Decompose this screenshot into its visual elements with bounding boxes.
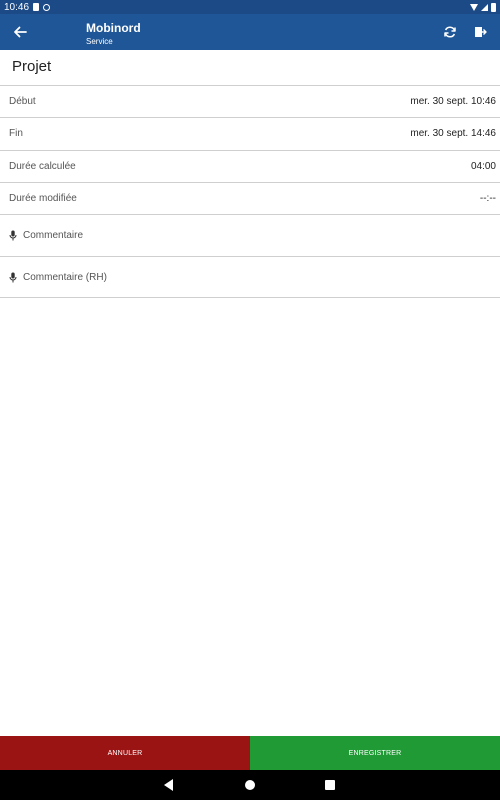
status-left: 10:46 <box>4 1 51 13</box>
cancel-button[interactable]: ANNULER <box>0 736 250 770</box>
field-value[interactable]: --:-- <box>480 193 496 204</box>
field-label: Durée calculée <box>9 161 76 172</box>
field-value: 04:00 <box>470 161 496 172</box>
field-row-duree-modifiee[interactable]: Durée modifiée --:-- <box>0 183 500 215</box>
refresh-icon <box>444 26 456 38</box>
field-row-debut[interactable]: Début mer. 30 sept. 10:46 <box>0 86 500 118</box>
save-button[interactable]: ENREGISTRER <box>250 736 500 770</box>
wifi-icon <box>470 3 478 11</box>
comment-label: Commentaire <box>23 230 84 241</box>
app-subtitle: Service <box>86 37 113 46</box>
status-right <box>470 2 496 12</box>
app-bar: Mobinord Service <box>0 14 500 50</box>
microphone-icon[interactable] <box>9 230 17 241</box>
field-value[interactable]: mer. 30 sept. 14:46 <box>410 128 496 139</box>
divider <box>0 297 500 298</box>
sd-card-icon <box>33 3 40 11</box>
section-title: Projet <box>12 58 52 75</box>
battery-icon <box>491 2 496 12</box>
comment-field[interactable]: Commentaire <box>0 215 500 256</box>
microphone-icon[interactable] <box>9 272 17 283</box>
arrow-left-icon <box>14 26 27 38</box>
nav-recents-icon[interactable] <box>325 780 335 790</box>
back-button[interactable] <box>6 18 34 46</box>
comment-rh-field[interactable]: Commentaire (RH) <box>0 257 500 298</box>
exit-button[interactable] <box>467 19 493 45</box>
field-label: Durée modifiée <box>9 193 77 204</box>
status-time: 10:46 <box>4 1 30 13</box>
field-row-duree-calculee: Durée calculée 04:00 <box>0 151 500 183</box>
app-title: Mobinord <box>86 21 141 35</box>
signal-icon <box>481 3 488 11</box>
field-label: Fin <box>9 128 23 139</box>
nav-back-icon[interactable] <box>164 779 173 791</box>
exit-icon <box>475 27 487 37</box>
field-label: Début <box>9 96 36 107</box>
refresh-button[interactable] <box>437 19 463 45</box>
status-bar: 10:46 <box>0 0 500 14</box>
field-value[interactable]: mer. 30 sept. 10:46 <box>410 96 496 107</box>
nav-bar <box>0 770 500 800</box>
sync-circle-icon <box>43 3 51 11</box>
nav-home-icon[interactable] <box>245 780 255 790</box>
comment-rh-label: Commentaire (RH) <box>23 272 107 283</box>
field-row-fin[interactable]: Fin mer. 30 sept. 14:46 <box>0 118 500 150</box>
